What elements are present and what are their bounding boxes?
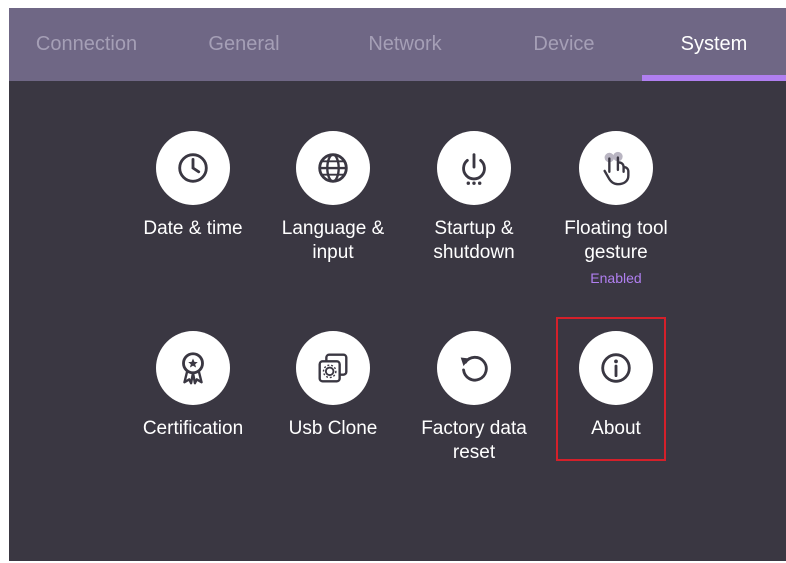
status-enabled: Enabled xyxy=(590,270,642,286)
gesture-icon xyxy=(603,151,630,186)
usb-clone-icon xyxy=(318,353,348,383)
tab-connection[interactable]: Connection xyxy=(9,8,164,81)
settings-screen: Connection General Network Device System… xyxy=(9,8,786,561)
clock-icon xyxy=(178,153,208,183)
item-language-input[interactable]: Language & input xyxy=(263,131,403,265)
item-factory-data-reset[interactable]: Factory data reset xyxy=(404,331,544,465)
item-label: Language & input xyxy=(281,218,385,263)
item-usb-clone[interactable]: Usb Clone xyxy=(263,331,403,441)
item-label: Certification xyxy=(142,418,244,439)
tab-general[interactable]: General xyxy=(164,8,324,81)
item-label: Date & time xyxy=(143,218,243,239)
item-label: Startup & shutdown xyxy=(433,218,515,263)
globe-icon xyxy=(318,153,348,183)
tab-network[interactable]: Network xyxy=(324,8,486,81)
language-icon-circle xyxy=(296,131,370,205)
reset-icon xyxy=(460,355,488,382)
certification-icon-circle xyxy=(156,331,230,405)
item-floating-tool-gesture[interactable]: Floating tool gesture Enabled xyxy=(546,131,686,287)
award-ribbon-icon xyxy=(182,352,204,385)
tab-bar: Connection General Network Device System xyxy=(9,8,786,81)
item-date-time[interactable]: Date & time xyxy=(123,131,263,241)
date-time-icon-circle xyxy=(156,131,230,205)
tab-device[interactable]: Device xyxy=(486,8,642,81)
active-tab-indicator xyxy=(642,75,786,81)
tab-system[interactable]: System xyxy=(642,8,786,81)
item-label: Usb Clone xyxy=(288,418,378,439)
reset-icon-circle xyxy=(437,331,511,405)
power-icon xyxy=(462,153,486,185)
item-label: Floating tool gesture xyxy=(564,218,668,263)
item-startup-shutdown[interactable]: Startup & shutdown xyxy=(404,131,544,265)
usb-clone-icon-circle xyxy=(296,331,370,405)
item-certification[interactable]: Certification xyxy=(123,331,263,441)
gesture-icon-circle xyxy=(579,131,653,205)
startup-icon-circle xyxy=(437,131,511,205)
item-label: Factory data reset xyxy=(421,418,527,463)
about-highlight-box xyxy=(556,317,666,461)
